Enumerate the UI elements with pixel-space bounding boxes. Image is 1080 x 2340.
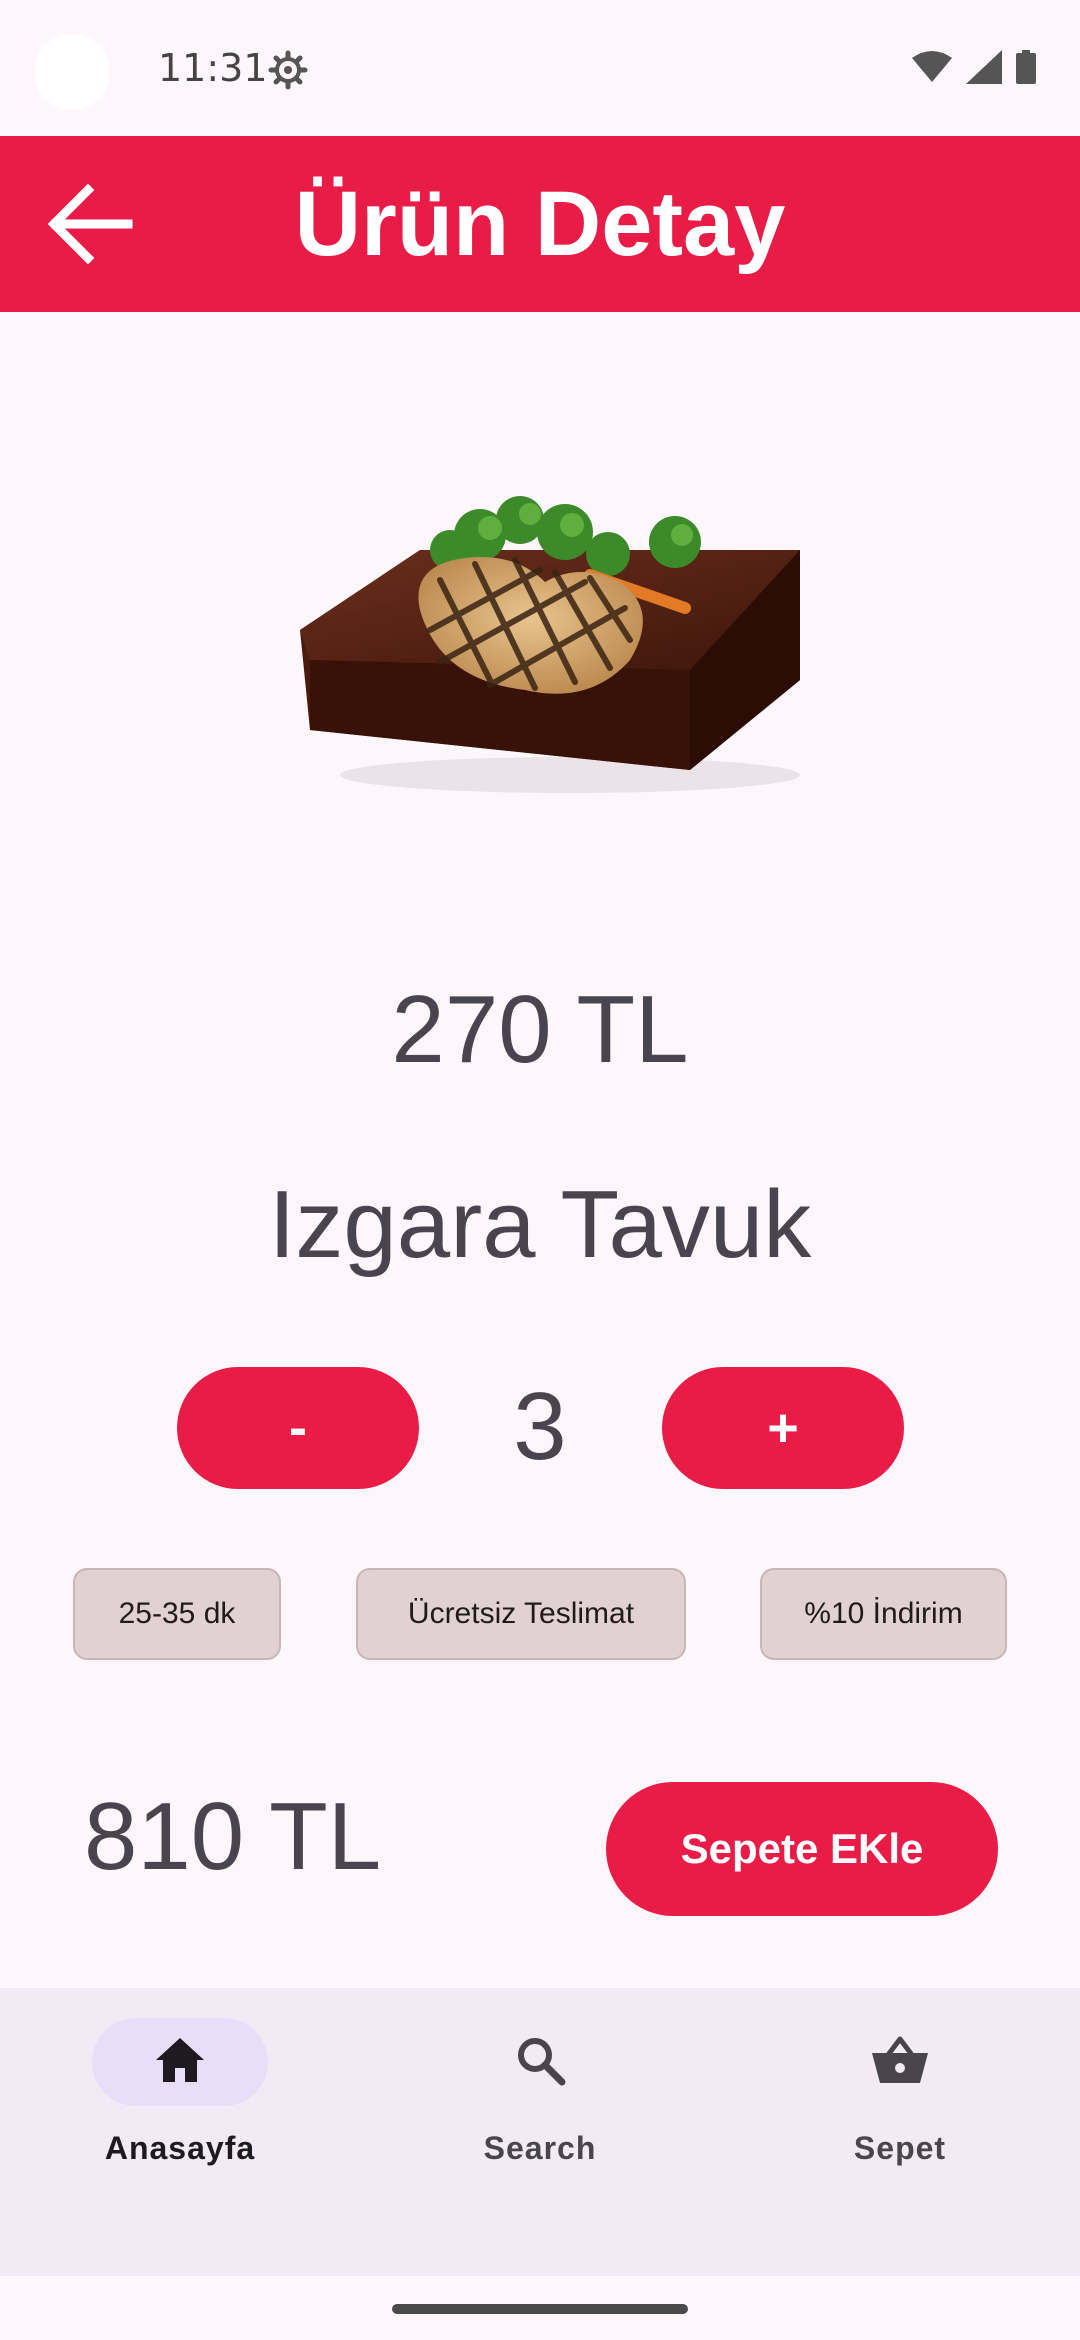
product-name: Izgara Tavuk xyxy=(268,1171,812,1278)
nav-icon-container xyxy=(452,2018,628,2106)
status-icons xyxy=(912,50,1036,89)
search-icon xyxy=(514,2034,566,2091)
basket-icon xyxy=(870,2035,930,2090)
wifi-icon xyxy=(912,50,952,89)
status-time: 11:31 xyxy=(158,46,268,90)
product-image xyxy=(290,490,810,810)
gesture-home-indicator[interactable] xyxy=(392,2304,688,2314)
nav-label-home: Anasayfa xyxy=(104,2130,256,2166)
top-app-bar: Ürün Detay xyxy=(0,136,1080,312)
delivery-time-chip[interactable]: 25-35 dk xyxy=(73,1568,281,1660)
battery-icon xyxy=(1016,50,1036,89)
page-title: Ürün Detay xyxy=(294,173,786,275)
quantity-value: 3 xyxy=(513,1373,567,1480)
total-price: 810 TL xyxy=(84,1783,382,1890)
product-price: 270 TL xyxy=(391,976,689,1083)
decrease-quantity-button[interactable]: - xyxy=(177,1367,419,1489)
nav-item-cart[interactable]: Sepet xyxy=(780,2018,1020,2178)
nav-icon-container xyxy=(812,2018,988,2106)
nav-label-cart: Sepet xyxy=(853,2130,947,2166)
nav-item-home[interactable]: Anasayfa xyxy=(60,2018,300,2178)
free-delivery-chip[interactable]: Ücretsiz Teslimat xyxy=(356,1568,686,1660)
signal-icon xyxy=(966,50,1002,89)
product-detail-screen: 11:31 Ürün Detay 270 TL Izgara Tavuk - 3… xyxy=(0,0,1080,2340)
home-icon xyxy=(154,2036,206,2089)
camera-cutout xyxy=(34,34,110,110)
nav-active-indicator xyxy=(92,2018,268,2106)
nav-label-search: Search xyxy=(483,2130,597,2166)
bottom-navigation: Anasayfa Search Sepet xyxy=(0,1988,1080,2276)
status-bar: 11:31 xyxy=(0,0,1080,136)
add-to-cart-button[interactable]: Sepete EKle xyxy=(606,1782,998,1916)
increase-quantity-button[interactable]: + xyxy=(662,1367,904,1489)
settings-gear-icon xyxy=(268,50,308,90)
back-button[interactable] xyxy=(40,176,140,276)
arrow-back-icon xyxy=(44,178,136,275)
nav-item-search[interactable]: Search xyxy=(420,2018,660,2178)
discount-chip[interactable]: %10 İndirim xyxy=(760,1568,1007,1660)
